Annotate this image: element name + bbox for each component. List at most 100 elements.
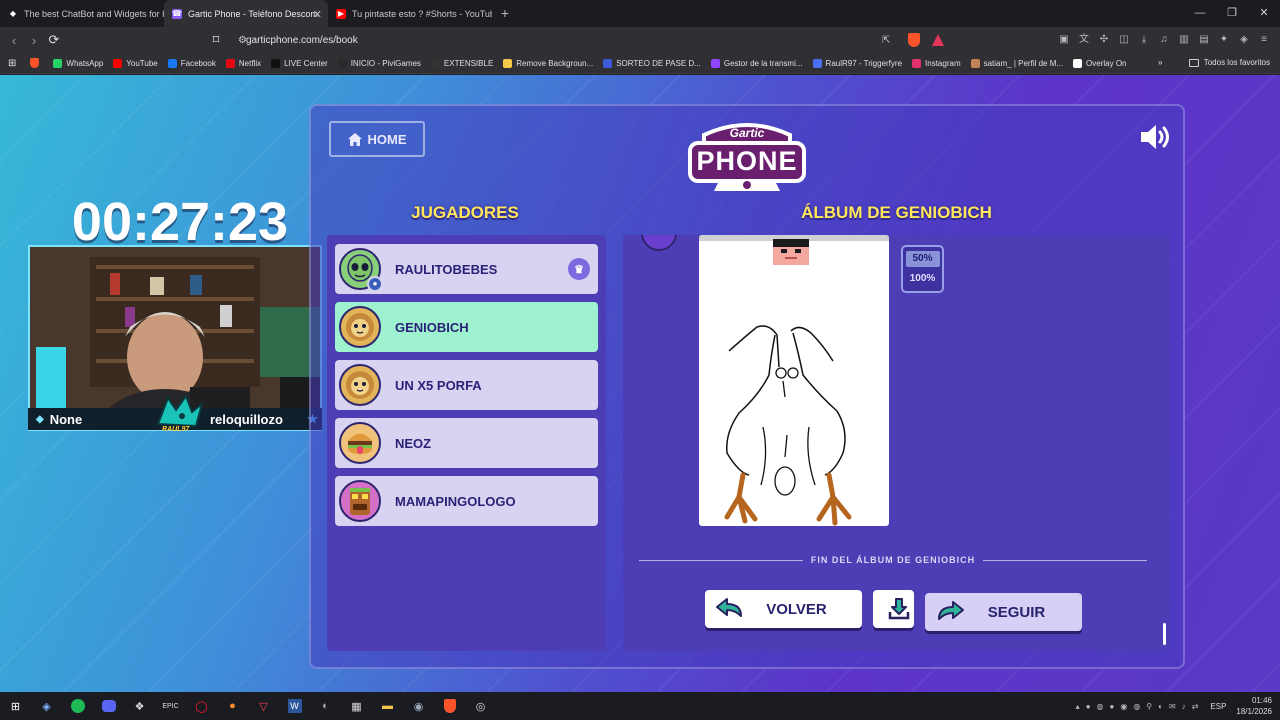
browser-tab-active[interactable]: ☎ Gartic Phone - Teléfono Descom ✕ [164,0,328,27]
language-indicator[interactable]: ESP [1210,702,1226,711]
screenshot-icon[interactable]: ◫ [1114,31,1134,49]
player-item: ● RAULITOBEBES ♛ [335,244,598,294]
bookmark-item[interactable]: Gestor de la transmi... [710,58,803,68]
bookmark-item[interactable]: EXTENSIBLE [430,58,493,68]
bookmark-favicon-icon [1073,58,1083,68]
bookmark-item[interactable]: Remove Backgroun... [503,58,593,68]
bookmark-item[interactable]: SORTEO DE PASE D... [603,58,701,68]
bookmark-label: satiam_ | Perfil de M... [983,58,1064,68]
word-icon[interactable]: W [279,692,310,720]
discord-icon[interactable] [93,692,124,720]
brave-rewards-icon[interactable] [932,34,944,46]
download-button[interactable] [873,590,914,628]
brave-taskbar-icon[interactable] [434,692,465,720]
puzzle-icon[interactable]: ✣ [1094,31,1114,49]
forward-arrow-icon[interactable]: › [24,33,44,48]
bookmark-label: Instagram [925,58,961,68]
calculator-icon[interactable]: ▦ [341,692,372,720]
bookmark-label: SORTEO DE PASE D... [616,58,701,68]
player-item-current: GENIOBICH [335,302,598,352]
leo-icon[interactable]: ✦ [1214,31,1234,49]
forward-arrow-icon [938,601,964,620]
player-name: GENIOBICH [395,319,469,335]
menu-icon[interactable]: ≡ [1254,31,1274,49]
bookmark-item[interactable]: Facebook [167,58,216,68]
all-bookmarks-label: Todos los favoritos [1203,58,1270,67]
translate-icon[interactable]: 文 [1074,31,1094,49]
next-button[interactable]: SEGUIR [925,593,1082,631]
firefox-icon[interactable]: ● [217,692,248,720]
bookmark-label: Netflix [238,58,262,68]
bookmark-item[interactable]: Overlay On [1073,58,1127,68]
crown-icon: ♛ [568,258,590,280]
file-explorer-icon[interactable]: ▬ [372,692,403,720]
bookmark-item[interactable]: YouTube [113,58,158,68]
obs-icon[interactable]: ◎ [465,692,496,720]
close-icon[interactable]: ✕ [313,8,322,21]
bookmark-item[interactable]: Netflix [225,58,262,68]
back-arrow-icon[interactable]: ‹ [4,33,24,48]
sound-toggle-button[interactable] [1139,123,1173,151]
tray-icons[interactable]: ▴●◍●◉◍⚲◐✉♪⇄ [1076,702,1205,711]
sidebar-icon[interactable]: ▥ [1174,31,1194,49]
album-scrollbar[interactable] [1163,623,1166,645]
bookmark-label: Facebook [180,58,216,68]
share-icon[interactable]: ⇱ [882,35,890,46]
bookmark-favicon-icon [503,58,513,68]
clock[interactable]: 01:46 18/1/2026 [1236,695,1272,717]
app-icon[interactable]: ◈ [31,692,62,720]
player-name: UN X5 PORFA [395,377,482,393]
epic-games-icon[interactable]: EPIC [155,692,186,720]
bookmark-item[interactable]: RaulR97 - Triggerfyre [812,58,902,68]
music-icon[interactable]: ♫ [1154,31,1174,49]
browser-tab[interactable]: ▶ Tu pintaste esto ? #Shorts - YouTube [328,0,492,27]
webcam-name-bar: ◆ None RAUL97 reloquillozo ★ [28,393,322,433]
zoom-100-option[interactable]: 100% [906,271,940,287]
valorant-icon[interactable]: ▽ [248,692,279,720]
steam-icon[interactable]: ◉ [403,692,434,720]
url-text[interactable]: garticphone.com/es/book [246,35,358,46]
bookmark-label: INICIO - PiviGames [350,58,421,68]
back-label: VOLVER [766,600,827,618]
extension-icon[interactable]: ▣ [1054,31,1074,49]
home-button[interactable]: HOME [329,121,425,157]
right-name: reloquillozo [210,411,283,427]
minimize-icon[interactable]: — [1184,0,1216,27]
logo-gartic-text: Gartic [729,126,765,140]
reload-icon[interactable]: ⟳ [44,32,64,48]
browser-tab-strip: ◆ The best ChatBot and Widgets for Ki ☎ … [0,0,1280,27]
more-bookmarks-icon[interactable]: » [1158,58,1162,67]
vpn-icon[interactable]: ◈ [1234,31,1254,49]
apps-grid-icon[interactable]: ⊞ [8,58,16,69]
close-window-icon[interactable]: ✕ [1248,0,1280,27]
bookmark-label: Overlay On [1086,58,1127,68]
bookmark-label: YouTube [126,58,158,68]
new-tab-button[interactable]: + [492,0,518,27]
windows-start-icon[interactable]: ⊞ [0,692,31,720]
bookmark-item[interactable]: Instagram [912,58,961,68]
restore-icon[interactable]: ❐ [1216,0,1248,27]
tab-title: The best ChatBot and Widgets for Ki [24,8,164,19]
bookmark-item[interactable]: LIVE Center [271,58,328,68]
wallet-icon[interactable]: ▤ [1194,31,1214,49]
bookmark-favicon-icon [970,58,980,68]
back-button[interactable]: VOLVER [705,590,862,628]
player-item: UN X5 PORFA [335,360,598,410]
download-icon[interactable]: ⤓ [1134,31,1154,49]
zoom-50-option[interactable]: 50% [905,251,940,267]
browser-toolbar: ‹ › ⟳ ⌑ ⚙ garticphone.com/es/book ⇱ ▣ 文 … [0,27,1280,53]
app-icon[interactable]: ◐ [310,692,341,720]
spotify-icon[interactable] [62,692,93,720]
browser-tab[interactable]: ◆ The best ChatBot and Widgets for Ki [0,0,164,27]
brave-icon[interactable] [30,58,40,68]
app-icon[interactable]: ❖ [124,692,155,720]
bookmark-item[interactable]: INICIO - PiviGames [337,58,421,68]
bookmark-item[interactable]: WhatsApp [53,58,103,68]
logo-phone-text: PHONE [696,146,798,176]
bookmark-item[interactable]: satiam_ | Perfil de M... [970,58,1064,68]
all-bookmarks-folder[interactable]: Todos los favoritos [1188,58,1270,67]
opera-icon[interactable]: ◯ [186,692,217,720]
brave-shields-icon[interactable] [908,33,920,47]
site-settings-icon[interactable]: ⚙ [238,35,247,46]
address-bar[interactable]: ⚙ garticphone.com/es/book ⇱ [210,29,950,51]
